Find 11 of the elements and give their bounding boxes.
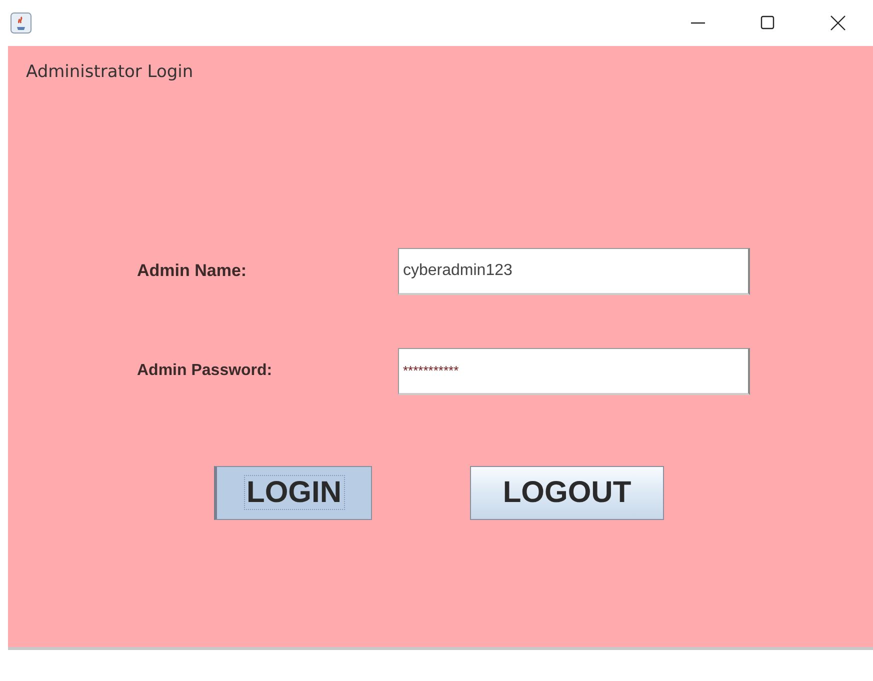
password-field[interactable]: *********** <box>398 348 750 394</box>
field-label: Admin Name: <box>137 261 248 281</box>
panel-title: Administrator Login <box>26 62 194 82</box>
close-icon <box>829 14 847 32</box>
login-button[interactable]: LOGIN <box>214 466 372 520</box>
field-label: Admin Password: <box>137 362 274 380</box>
app-icon <box>10 12 32 34</box>
maximize-icon <box>759 14 777 32</box>
name-field[interactable]: cyberadmin123 <box>398 248 750 294</box>
minimize-icon <box>691 22 705 24</box>
logout-button[interactable]: LOGOUT <box>470 466 664 520</box>
